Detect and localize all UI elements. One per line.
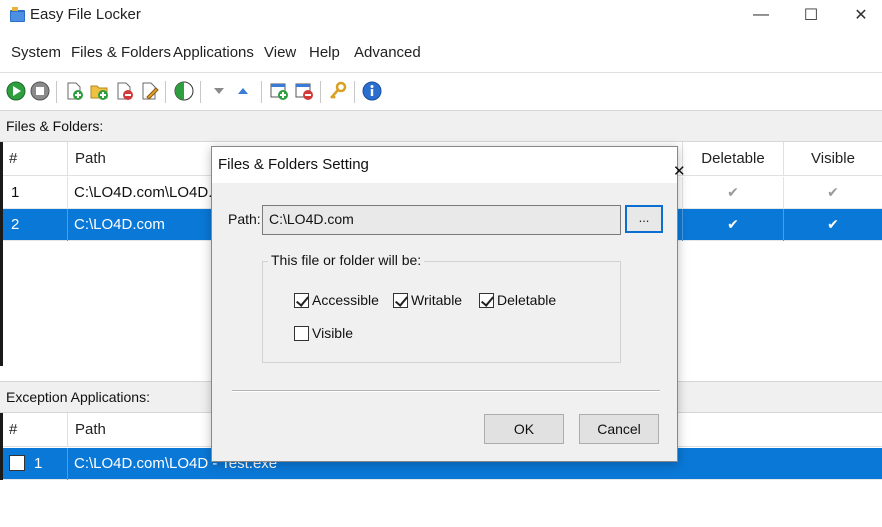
row-number: 1 [0, 177, 68, 209]
remove-application-icon[interactable] [294, 81, 314, 101]
row-visible: ✔ [784, 209, 882, 241]
visible-label: Visible [312, 325, 353, 341]
maximize-icon: ☐ [803, 7, 819, 24]
toolbar-separator [200, 81, 201, 103]
deletable-label: Deletable [497, 292, 557, 308]
toolbar [0, 72, 882, 110]
toolbar-separator [320, 81, 321, 103]
dialog-title-bar: Files & Folders Setting ✕ [212, 147, 686, 183]
start-icon[interactable] [6, 81, 26, 101]
edit-icon[interactable] [139, 81, 159, 101]
row-visible: ✔ [784, 177, 882, 209]
add-folder-icon[interactable] [89, 81, 109, 101]
path-input[interactable]: C:\LO4D.com [262, 205, 621, 235]
row-checkbox[interactable] [9, 455, 25, 471]
row-deletable: ✔ [683, 177, 784, 209]
menu-view[interactable]: View [264, 44, 296, 61]
toolbar-separator [261, 81, 262, 103]
toolbar-separator [56, 81, 57, 103]
menu-system[interactable]: System [11, 44, 61, 61]
window-title: Easy File Locker [30, 6, 141, 23]
path-label: Path: [228, 211, 261, 227]
permissions-groupbox [262, 261, 621, 363]
move-up-icon[interactable] [233, 81, 253, 101]
writable-checkbox[interactable]: Writable [393, 292, 462, 308]
accessible-label: Accessible [312, 292, 379, 308]
visible-checkbox[interactable]: Visible [294, 325, 353, 341]
checkbox-checked-icon [393, 292, 408, 308]
deletable-checkbox[interactable]: Deletable [479, 292, 556, 308]
menu-applications[interactable]: Applications [173, 44, 254, 61]
column-header-number[interactable]: # [0, 413, 68, 447]
row-deletable: ✔ [683, 209, 784, 241]
close-icon: ✕ [854, 7, 868, 24]
app-lock-icon [10, 7, 25, 22]
row-number: 2 [0, 209, 68, 241]
maximize-button[interactable]: ☐ [786, 0, 836, 30]
check-mark-icon: ✔ [827, 184, 839, 200]
files-folders-section-title: Files & Folders: [6, 118, 104, 134]
dialog-separator [232, 390, 660, 392]
menu-files-folders[interactable]: Files & Folders [71, 44, 171, 61]
writable-label: Writable [411, 292, 463, 308]
close-icon: ✕ [673, 163, 686, 180]
dialog-title: Files & Folders Setting [218, 156, 369, 173]
grid-left-border [0, 413, 3, 480]
toggle-icon[interactable] [174, 81, 194, 101]
check-mark-icon: ✔ [727, 216, 739, 232]
minimize-button[interactable]: — [736, 0, 786, 30]
toolbar-separator [354, 81, 355, 103]
row-number: 1 [0, 448, 68, 480]
close-button[interactable]: ✕ [836, 0, 882, 30]
checkbox-checked-icon [294, 292, 309, 308]
cancel-button[interactable]: Cancel [579, 414, 659, 444]
ok-button[interactable]: OK [484, 414, 564, 444]
grid-left-border [0, 142, 3, 366]
add-file-icon[interactable] [64, 81, 84, 101]
move-down-icon[interactable] [209, 81, 229, 101]
column-header-number[interactable]: # [0, 142, 68, 176]
menu-bar: System Files & Folders Applications View… [0, 40, 882, 66]
checkbox-checked-icon [479, 292, 494, 308]
stop-icon[interactable] [30, 81, 50, 101]
browse-button[interactable]: ... [625, 205, 663, 233]
files-folders-setting-dialog: Files & Folders Setting ✕ Path: C:\LO4D.… [211, 146, 686, 462]
files-folders-section-header: Files & Folders: [0, 110, 882, 142]
check-mark-icon: ✔ [727, 184, 739, 200]
menu-help[interactable]: Help [309, 44, 340, 61]
minimize-icon: — [753, 6, 769, 23]
delete-icon[interactable] [114, 81, 134, 101]
checkbox-unchecked-icon [294, 325, 309, 341]
column-header-visible[interactable]: Visible [784, 142, 882, 176]
toolbar-separator [165, 81, 166, 103]
menu-advanced[interactable]: Advanced [354, 44, 421, 61]
permissions-group-label: This file or folder will be: [268, 252, 425, 268]
column-header-deletable[interactable]: Deletable [683, 142, 784, 176]
check-mark-icon: ✔ [827, 216, 839, 232]
accessible-checkbox[interactable]: Accessible [294, 292, 379, 308]
exception-applications-section-title: Exception Applications: [6, 389, 150, 405]
add-application-icon[interactable] [269, 81, 289, 101]
password-key-icon[interactable] [328, 81, 348, 101]
row-number-text: 1 [34, 455, 43, 472]
title-bar: Easy File Locker — ☐ ✕ [0, 0, 882, 32]
about-icon[interactable] [362, 81, 382, 101]
